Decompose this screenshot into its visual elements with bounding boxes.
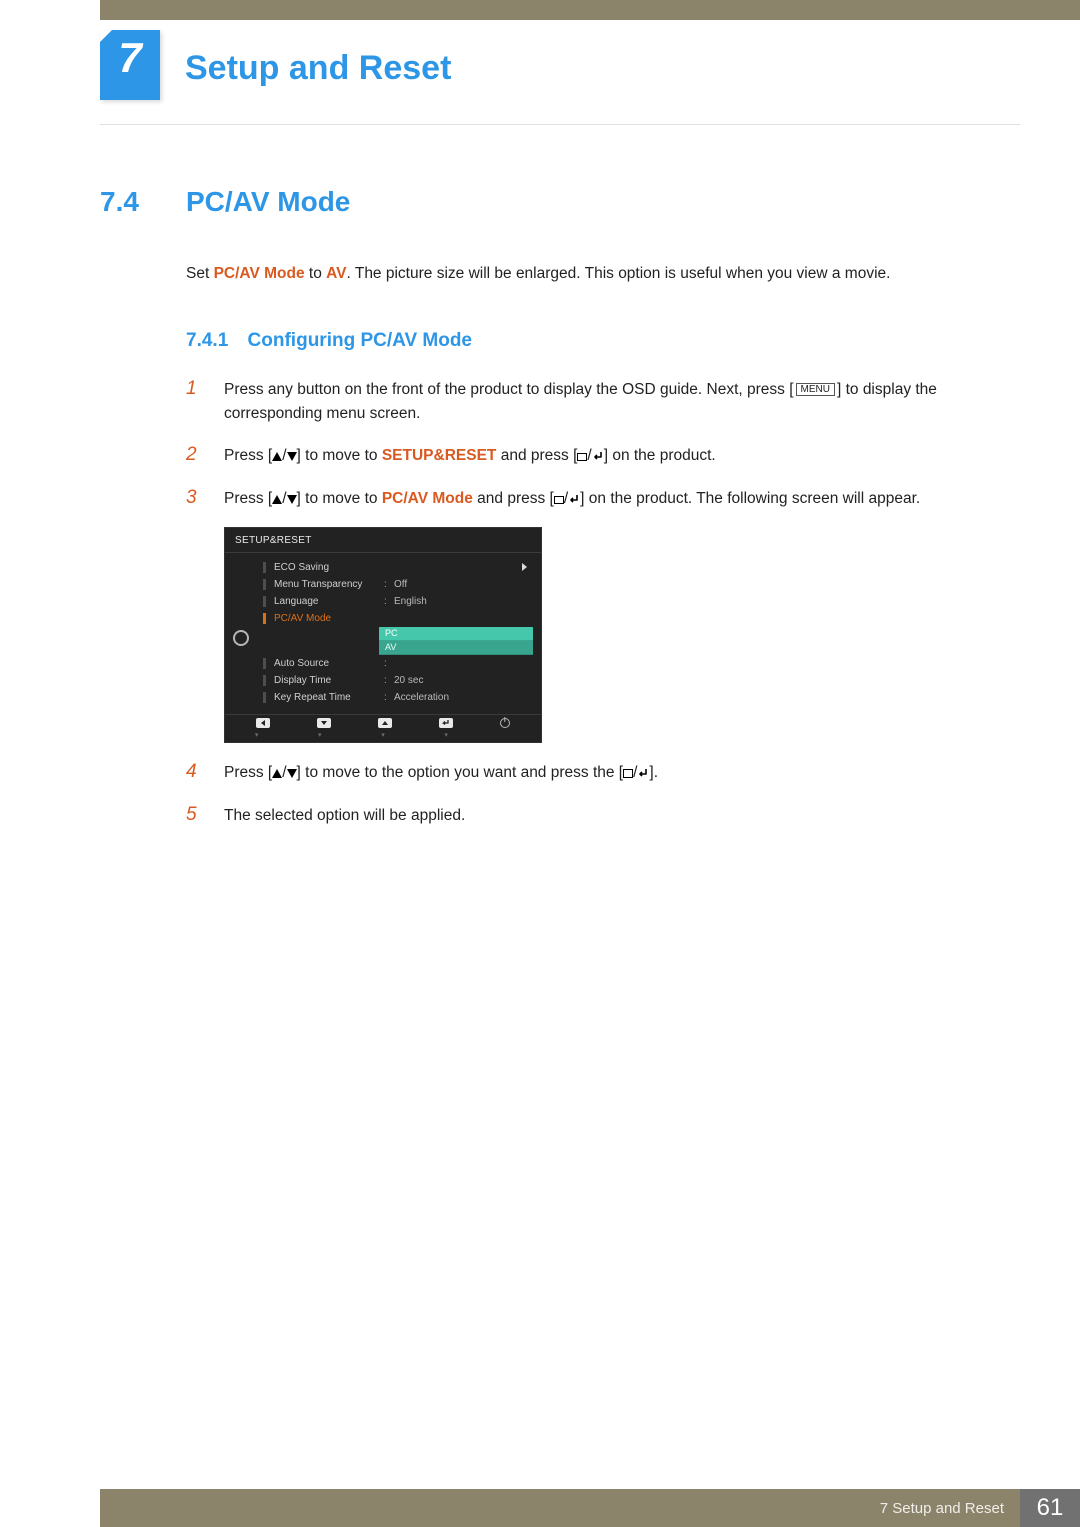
osd-down-icon — [317, 718, 331, 728]
down-arrow-icon — [287, 769, 297, 778]
osd-row: Key Repeat Time:Acceleration — [257, 689, 533, 706]
osd-row: ECO Saving — [257, 559, 533, 576]
enter-icon — [637, 764, 649, 781]
down-arrow-icon — [287, 495, 297, 504]
page-number: 61 — [1020, 1489, 1080, 1527]
up-arrow-icon — [272, 452, 282, 461]
osd-row: Menu Transparency:Off — [257, 576, 533, 593]
osd-footer — [225, 714, 541, 731]
chapter-number: 7 — [118, 34, 141, 82]
page-footer: 7 Setup and Reset 61 — [0, 1489, 1080, 1527]
step-5: 5 The selected option will be applied. — [186, 800, 1020, 829]
intro-paragraph: Set PC/AV Mode to AV. The picture size w… — [186, 262, 1020, 286]
osd-row: Language:English — [257, 593, 533, 610]
section-title: PC/AV Mode — [186, 186, 350, 218]
osd-up-icon — [378, 718, 392, 728]
steps-list-cont: 4 Press [/] to move to the option you wa… — [186, 757, 1020, 830]
osd-row: Display Time:20 sec — [257, 672, 533, 689]
footer-text: 7 Setup and Reset — [880, 1500, 1004, 1517]
chapter-number-badge: 7 — [100, 30, 160, 100]
step-1: 1 Press any button on the front of the p… — [186, 374, 1020, 426]
enter-icon — [568, 490, 580, 507]
source-icon — [554, 496, 564, 505]
osd-row: Auto Source: — [257, 655, 533, 672]
step-2: 2 Press [/] to move to SETUP&RESET and p… — [186, 440, 1020, 469]
subsection-title: Configuring PC/AV Mode — [248, 330, 472, 351]
subsection-heading: 7.4.1 Configuring PC/AV Mode — [186, 330, 1020, 352]
highlight-av: AV — [326, 265, 346, 282]
osd-title: SETUP&RESET — [225, 528, 541, 550]
source-icon — [623, 769, 633, 778]
steps-list: 1 Press any button on the front of the p… — [186, 374, 1020, 513]
source-icon — [577, 453, 587, 462]
osd-screenshot: SETUP&RESET ECO SavingMenu Transparency:… — [224, 527, 1020, 743]
section-body: 7.4 PC/AV Mode Set PC/AV Mode to AV. The… — [100, 186, 1020, 844]
enter-icon — [592, 447, 604, 464]
top-accent-bar — [100, 0, 1080, 20]
step-3: 3 Press [/] to move to PC/AV Mode and pr… — [186, 483, 1020, 512]
osd-back-icon — [256, 718, 270, 728]
up-arrow-icon — [272, 769, 282, 778]
menu-key-icon: MENU — [796, 383, 835, 396]
up-arrow-icon — [272, 495, 282, 504]
gear-icon — [233, 630, 249, 646]
subsection-number: 7.4.1 — [186, 330, 228, 351]
chapter-title: Setup and Reset — [185, 49, 451, 88]
section-heading: 7.4 PC/AV Mode — [100, 186, 1020, 218]
osd-power-icon — [500, 718, 510, 728]
osd-option: PC — [379, 627, 533, 641]
chapter-header: 7 Setup and Reset — [100, 30, 1020, 100]
down-arrow-icon — [287, 452, 297, 461]
highlight-pcav: PC/AV Mode — [214, 265, 305, 282]
step-4: 4 Press [/] to move to the option you wa… — [186, 757, 1020, 786]
header-divider — [100, 124, 1020, 125]
osd-enter-icon — [439, 718, 453, 728]
section-number: 7.4 — [100, 186, 160, 218]
arrow-right-icon — [522, 563, 527, 571]
osd-option: AV — [379, 641, 533, 655]
osd-row: PC/AV Mode — [257, 610, 533, 627]
